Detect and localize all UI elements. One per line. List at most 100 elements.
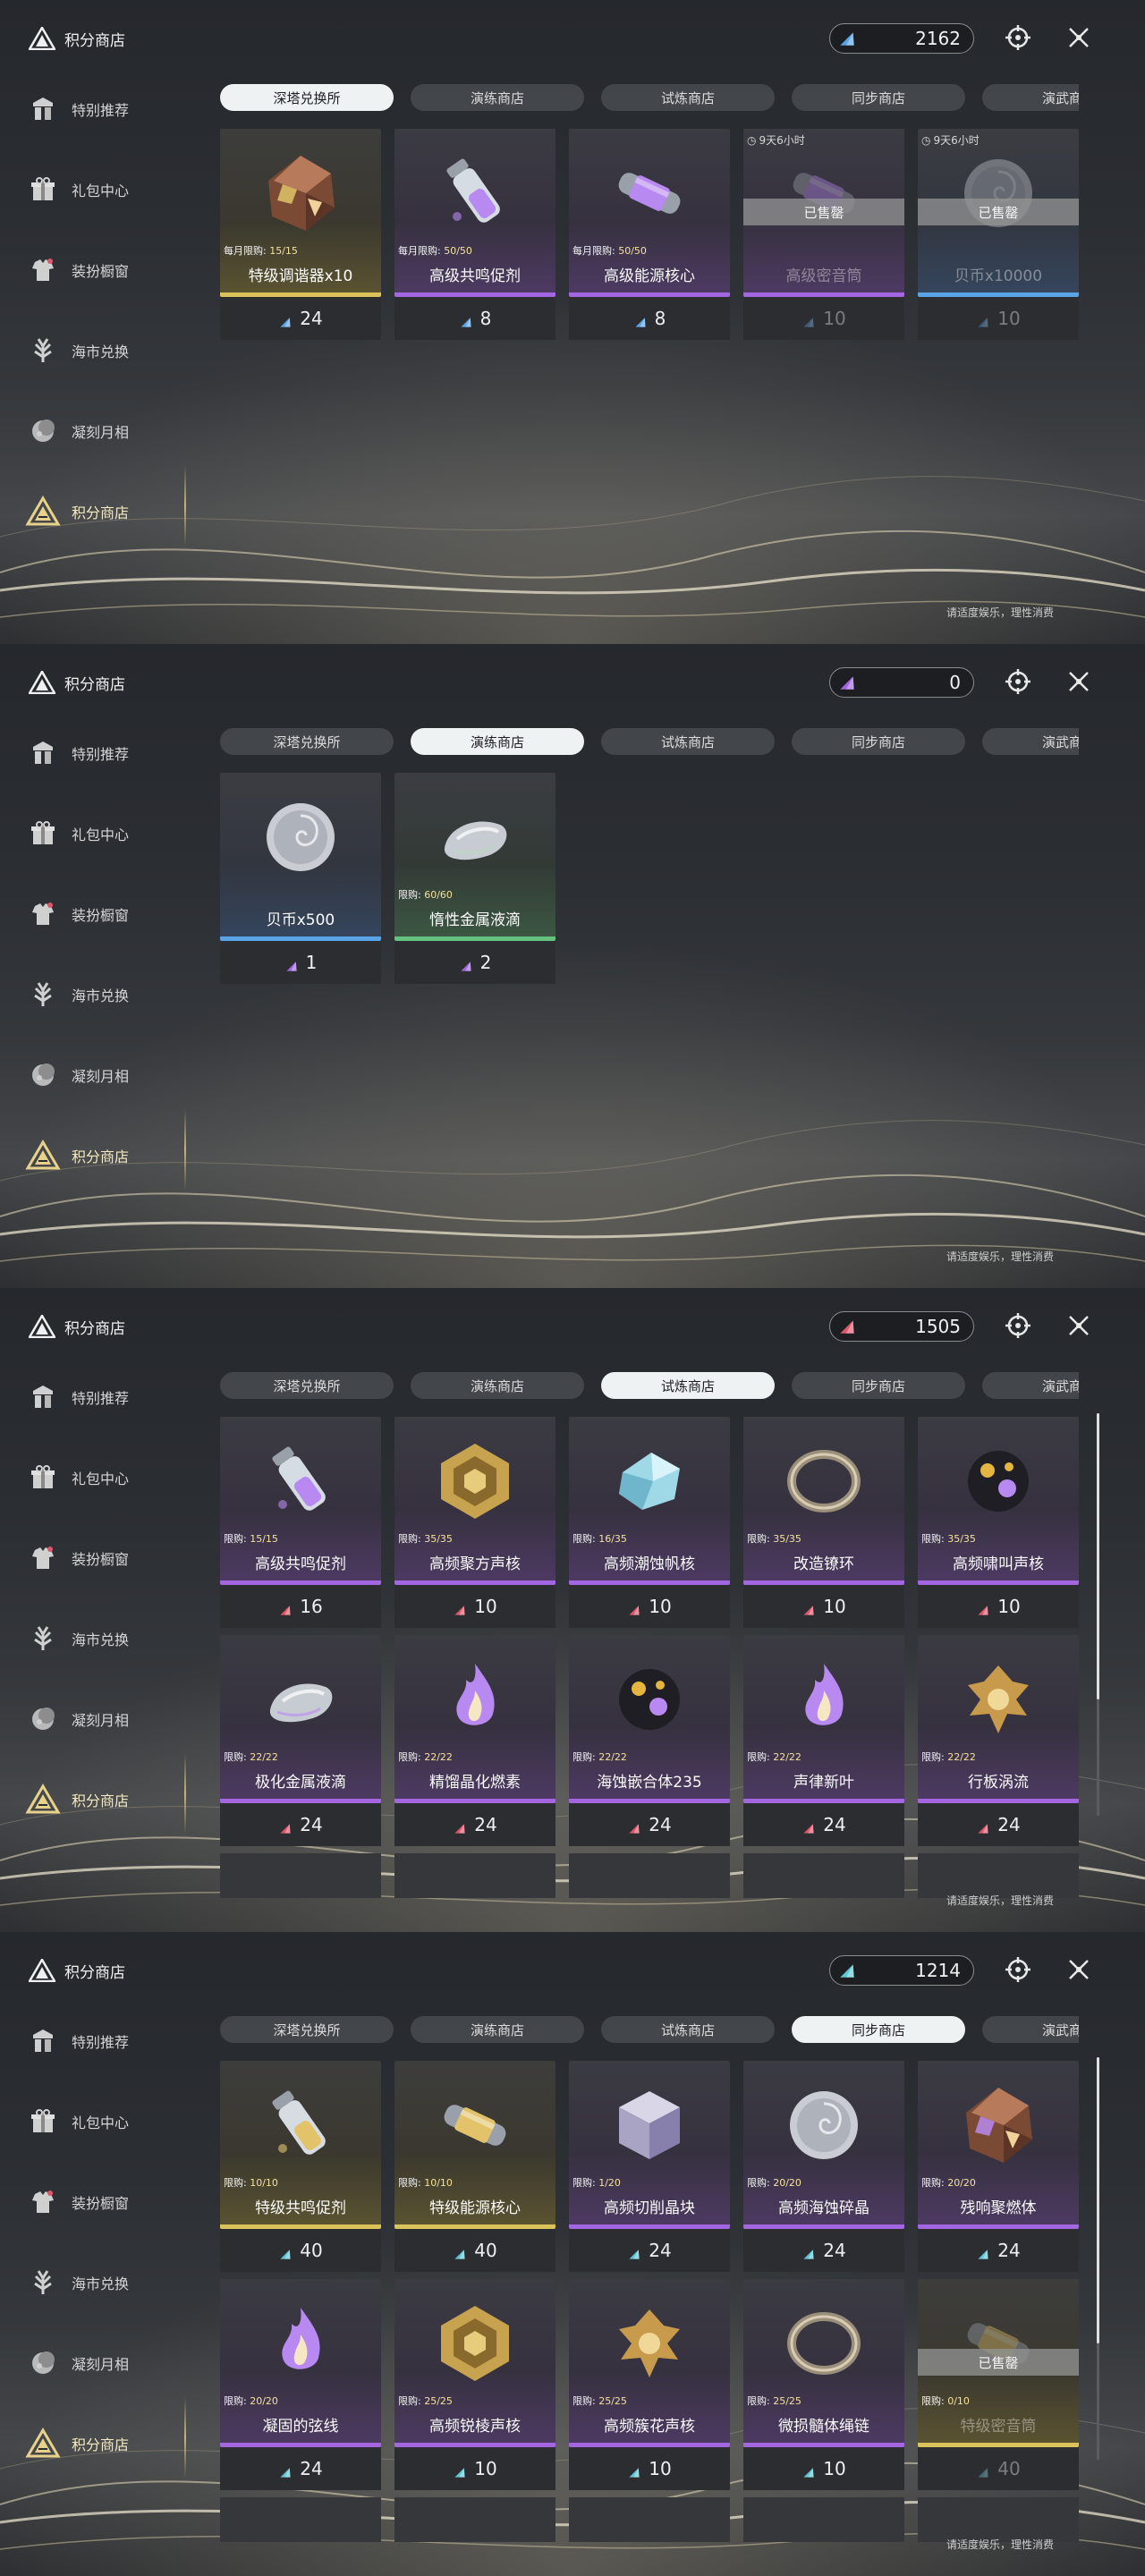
target-button[interactable] xyxy=(1002,667,1034,699)
shop-item-card[interactable]: 限购: 22/22 海蚀嵌合体235 24 xyxy=(569,1635,730,1846)
shop-item-card[interactable]: 限购: 10/10 特级共鸣促剂 40 xyxy=(220,2061,381,2272)
shop-item-card[interactable]: 限购: 22/22 精馏晶化燃素 24 xyxy=(394,1635,556,1846)
scrollbar-thumb[interactable] xyxy=(1097,2057,1099,2343)
shop-item-card[interactable]: 每月限购: 15/15 特级调谐器x10 24 xyxy=(220,129,381,340)
item-name: 高级共鸣促剂 xyxy=(255,1555,346,1573)
shop-tab[interactable]: 演练商店 xyxy=(411,84,584,111)
shop-tab[interactable]: 演练商店 xyxy=(411,2016,584,2043)
shop-item-card[interactable]: 限购: 15/15 高级共鸣促剂 16 xyxy=(220,1417,381,1628)
shop-tab[interactable]: 演武商店 xyxy=(982,84,1079,111)
shop-tab[interactable]: 演练商店 xyxy=(411,728,584,755)
sidebar-item-exchange[interactable]: 海市兑换 xyxy=(25,324,195,377)
sidebar-item-lunite[interactable]: 凝刻月相 xyxy=(25,1692,195,1746)
close-button[interactable] xyxy=(1063,1955,1095,1987)
sidebar-item-packs[interactable]: 礼包中心 xyxy=(25,163,195,216)
shop-item-card[interactable]: 限购: 35/35 改造镣环 10 xyxy=(743,1417,904,1628)
coral-icon xyxy=(25,977,61,1013)
item-price: 10 xyxy=(743,1585,904,1628)
scrollbar[interactable] xyxy=(1097,1413,1099,1816)
sidebar-item-points-shop[interactable]: 积分商店 xyxy=(25,1129,195,1182)
shop-tab[interactable]: 试炼商店 xyxy=(601,2016,775,2043)
sidebar-item-lunite[interactable]: 凝刻月相 xyxy=(25,2336,195,2390)
shop-item-card[interactable]: 限购: 25/25 高频锐棱声核 10 xyxy=(394,2279,556,2490)
shop-item-card[interactable]: 限购: 25/25 高频簇花声核 10 xyxy=(569,2279,730,2490)
shop-item-card[interactable]: 限购: 60/60 惰性金属液滴 2 xyxy=(394,773,556,984)
shop-item-card[interactable]: 限购: 22/22 极化金属液滴 24 xyxy=(220,1635,381,1846)
target-button[interactable] xyxy=(1002,1311,1034,1343)
item-frame: 限购: 25/25 微损髓体绳链 xyxy=(743,2279,904,2447)
sidebar-item-points-shop[interactable]: 积分商店 xyxy=(25,1773,195,1826)
shop-tab[interactable]: 试炼商店 xyxy=(601,728,775,755)
shop-item-card[interactable]: 限购: 10/10 特级能源核心 40 xyxy=(394,2061,556,2272)
close-button[interactable] xyxy=(1063,1311,1095,1343)
sidebar-item-exchange[interactable]: 海市兑换 xyxy=(25,968,195,1021)
sidebar-item-packs[interactable]: 礼包中心 xyxy=(25,807,195,860)
shop-tab[interactable]: 同步商店 xyxy=(792,728,965,755)
sidebar-item-outfits[interactable]: 装扮橱窗 xyxy=(25,1531,195,1585)
sidebar-item-outfits[interactable]: 装扮橱窗 xyxy=(25,243,195,297)
shop-tab[interactable]: 同步商店 xyxy=(792,2016,965,2043)
item-frame: 贝币x500 xyxy=(220,773,381,941)
shop-item-card[interactable]: 限购: 35/35 高频聚方声核 10 xyxy=(394,1417,556,1628)
shop-item-card[interactable]: 限购: 16/35 高频潮蚀帆核 10 xyxy=(569,1417,730,1628)
sidebar-item-exchange[interactable]: 海市兑换 xyxy=(25,2256,195,2309)
shop-tab[interactable]: 深塔兑换所 xyxy=(220,2016,394,2043)
shop-tab[interactable]: 演武商店 xyxy=(982,2016,1079,2043)
sidebar-item-lunite[interactable]: 凝刻月相 xyxy=(25,1048,195,1102)
shop-item-card[interactable]: ◷ 9天6小时 已售罄 贝币x10000 10 xyxy=(918,129,1079,340)
item-price: 24 xyxy=(394,1803,556,1846)
currency-display: 0 xyxy=(829,667,974,698)
shop-tab[interactable]: 同步商店 xyxy=(792,1372,965,1399)
shop-tab[interactable]: 深塔兑换所 xyxy=(220,84,394,111)
shop-item-card[interactable]: 贝币x500 1 xyxy=(220,773,381,984)
scrollbar[interactable] xyxy=(1097,2057,1099,2460)
shop-item-card[interactable]: 限购: 22/22 行板涡流 24 xyxy=(918,1635,1079,1846)
sidebar-item-lunite[interactable]: 凝刻月相 xyxy=(25,404,195,458)
shop-tab[interactable]: 同步商店 xyxy=(792,84,965,111)
shop-item-card[interactable]: 限购: 20/20 残响聚燃体 24 xyxy=(918,2061,1079,2272)
shop-tab[interactable]: 试炼商店 xyxy=(601,84,775,111)
shop-tab[interactable]: 演练商店 xyxy=(411,1372,584,1399)
close-button[interactable] xyxy=(1063,667,1095,699)
purchase-limit: 限购: 25/25 xyxy=(398,2395,453,2407)
shop-item-card[interactable]: 限购: 22/22 声律新叶 24 xyxy=(743,1635,904,1846)
purchase-limit: 限购: 20/20 xyxy=(224,2395,278,2407)
shop-item-card[interactable]: 每月限购: 50/50 高级共鸣促剂 8 xyxy=(394,129,556,340)
scrollbar-thumb[interactable] xyxy=(1097,1413,1099,1699)
coral-icon xyxy=(25,333,61,369)
sidebar-item-featured[interactable]: 特别推荐 xyxy=(25,1370,195,1424)
shop-item-card[interactable]: 已售罄 限购: 0/10 特级密音筒 40 xyxy=(918,2279,1079,2490)
purchase-limit: 每月限购: 50/50 xyxy=(398,245,472,257)
shop-tab[interactable]: 深塔兑换所 xyxy=(220,728,394,755)
sidebar-item-packs[interactable]: 礼包中心 xyxy=(25,2095,195,2148)
sidebar-item-featured[interactable]: 特别推荐 xyxy=(25,82,195,136)
sidebar-item-featured[interactable]: 特别推荐 xyxy=(25,2014,195,2068)
item-name: 高级能源核心 xyxy=(604,267,695,285)
outfit-icon xyxy=(25,2184,61,2220)
shop-item-card[interactable]: ◷ 9天6小时 已售罄 高级密音筒 10 xyxy=(743,129,904,340)
shop-item-card[interactable]: 限购: 1/20 高频切削晶块 24 xyxy=(569,2061,730,2272)
footer-note: 请适度娱乐，理性消费 xyxy=(946,1250,1055,1263)
shop-item-card[interactable]: 限购: 20/20 凝固的弦线 24 xyxy=(220,2279,381,2490)
shop-tabs: 深塔兑换所演练商店试炼商店同步商店演武商店 xyxy=(220,2016,1079,2046)
sidebar-item-points-shop[interactable]: 积分商店 xyxy=(25,485,195,538)
shop-tab[interactable]: 演武商店 xyxy=(982,1372,1079,1399)
shop-item-card[interactable]: 限购: 25/25 微损髓体绳链 10 xyxy=(743,2279,904,2490)
shop-item-card[interactable]: 限购: 35/35 高频啸叫声核 10 xyxy=(918,1417,1079,1628)
shop-item-card[interactable]: 每月限购: 50/50 高级能源核心 8 xyxy=(569,129,730,340)
sidebar-item-exchange[interactable]: 海市兑换 xyxy=(25,1612,195,1665)
sidebar-item-packs[interactable]: 礼包中心 xyxy=(25,1451,195,1504)
sidebar-item-outfits[interactable]: 装扮橱窗 xyxy=(25,2175,195,2229)
shop-tab[interactable]: 深塔兑换所 xyxy=(220,1372,394,1399)
shop-header: 积分商店 xyxy=(27,1957,125,1983)
item-price: 40 xyxy=(394,2229,556,2272)
target-button[interactable] xyxy=(1002,23,1034,55)
sidebar-item-featured[interactable]: 特别推荐 xyxy=(25,726,195,780)
sidebar-item-points-shop[interactable]: 积分商店 xyxy=(25,2417,195,2470)
target-button[interactable] xyxy=(1002,1955,1034,1987)
sidebar-item-outfits[interactable]: 装扮橱窗 xyxy=(25,887,195,941)
shop-tab[interactable]: 演武商店 xyxy=(982,728,1079,755)
shop-item-card[interactable]: 限购: 20/20 高频海蚀碎晶 24 xyxy=(743,2061,904,2272)
shop-tab[interactable]: 试炼商店 xyxy=(601,1372,775,1399)
close-button[interactable] xyxy=(1063,23,1095,55)
